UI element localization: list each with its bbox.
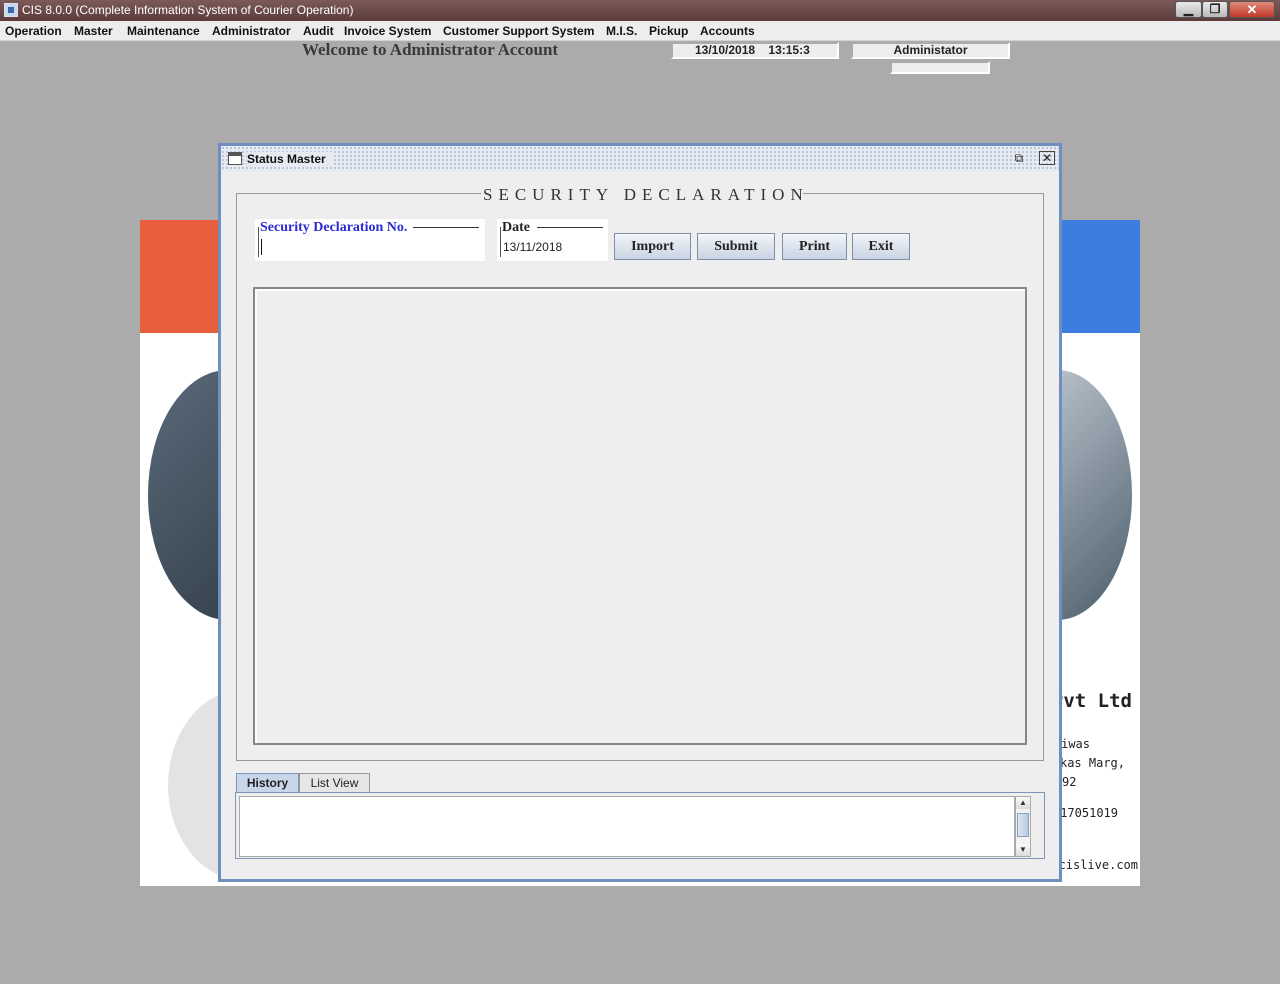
address-line-3: 92 bbox=[1062, 775, 1077, 789]
menu-bar: Operation Master Maintenance Administrat… bbox=[0, 21, 1280, 41]
submit-button[interactable]: Submit bbox=[697, 233, 775, 260]
minimize-icon: ▁ bbox=[1183, 2, 1194, 16]
print-button[interactable]: Print bbox=[782, 233, 847, 260]
app-icon bbox=[4, 3, 18, 17]
menu-pickup[interactable]: Pickup bbox=[649, 24, 688, 38]
close-button[interactable]: ✕ bbox=[1229, 1, 1275, 18]
group-border-right bbox=[803, 193, 1044, 194]
exit-button[interactable]: Exit bbox=[852, 233, 910, 260]
menu-administrator[interactable]: Administrator bbox=[212, 24, 291, 38]
security-declaration-heading: SECURITY DECLARATION bbox=[483, 185, 809, 204]
menu-mis[interactable]: M.I.S. bbox=[606, 24, 637, 38]
date-label: Date bbox=[502, 220, 533, 236]
user-status-box bbox=[890, 61, 990, 74]
close-icon: ✕ bbox=[1246, 2, 1258, 17]
menu-invoice-system[interactable]: Invoice System bbox=[344, 24, 431, 38]
window-icon bbox=[228, 152, 242, 165]
current-time: 13:15:3 bbox=[768, 43, 810, 57]
history-scrollbar[interactable]: ▲ ▼ bbox=[1015, 796, 1031, 857]
phone-number: 17051019 bbox=[1060, 806, 1118, 820]
status-master-title: Status Master bbox=[247, 152, 332, 166]
app-title-bar: CIS 8.0.0 (Complete Information System o… bbox=[0, 0, 1280, 21]
declaration-table-area[interactable] bbox=[253, 287, 1027, 745]
scroll-down-icon[interactable]: ▼ bbox=[1016, 844, 1030, 856]
menu-accounts[interactable]: Accounts bbox=[700, 24, 755, 38]
status-master-window: Status Master ⧉ ✕ SECURITY DECLARATION S… bbox=[218, 143, 1062, 882]
menu-master[interactable]: Master bbox=[74, 24, 113, 38]
scroll-up-icon[interactable]: ▲ bbox=[1016, 797, 1030, 809]
menu-operation[interactable]: Operation bbox=[5, 24, 62, 38]
field-border bbox=[413, 227, 479, 228]
security-declaration-no-group: Security Declaration No. bbox=[255, 219, 485, 261]
maximize-icon: ❐ bbox=[1209, 2, 1221, 16]
field-border bbox=[537, 227, 603, 228]
menu-customer-support-system[interactable]: Customer Support System bbox=[443, 24, 594, 38]
user-display: Administator bbox=[851, 42, 1010, 59]
history-text-area[interactable] bbox=[239, 796, 1015, 857]
minimize-button[interactable]: ▁ bbox=[1175, 1, 1202, 18]
menu-audit[interactable]: Audit bbox=[303, 24, 334, 38]
datetime-display: 13/10/2018 13:15:3 bbox=[671, 42, 839, 59]
status-master-content: SECURITY DECLARATION Security Declaratio… bbox=[221, 171, 1059, 879]
restore-icon[interactable]: ⧉ bbox=[1011, 151, 1027, 165]
banner-band-left bbox=[140, 220, 230, 333]
app-title: CIS 8.0.0 (Complete Information System o… bbox=[22, 3, 354, 17]
current-date: 13/10/2018 bbox=[695, 43, 756, 57]
status-master-title-bar[interactable]: Status Master ⧉ ✕ bbox=[221, 146, 1059, 171]
banner-band-right bbox=[1050, 220, 1140, 333]
field-border bbox=[500, 227, 501, 257]
history-panel: ▲ ▼ bbox=[235, 792, 1045, 859]
group-border-left bbox=[236, 193, 481, 194]
field-border bbox=[258, 227, 259, 257]
date-group: Date 13/11/2018 bbox=[497, 219, 608, 261]
import-button[interactable]: Import bbox=[614, 233, 691, 260]
tab-list-view[interactable]: List View bbox=[299, 773, 370, 793]
security-declaration-no-input[interactable] bbox=[260, 239, 480, 257]
scroll-thumb[interactable] bbox=[1017, 813, 1029, 837]
tab-history[interactable]: History bbox=[236, 773, 299, 793]
menu-maintenance[interactable]: Maintenance bbox=[127, 24, 200, 38]
maximize-button[interactable]: ❐ bbox=[1202, 1, 1228, 18]
close-frame-icon[interactable]: ✕ bbox=[1039, 151, 1055, 165]
welcome-text: Welcome to Administrator Account bbox=[302, 40, 559, 59]
security-declaration-no-label: Security Declaration No. bbox=[260, 220, 411, 236]
date-value[interactable]: 13/11/2018 bbox=[503, 240, 562, 254]
